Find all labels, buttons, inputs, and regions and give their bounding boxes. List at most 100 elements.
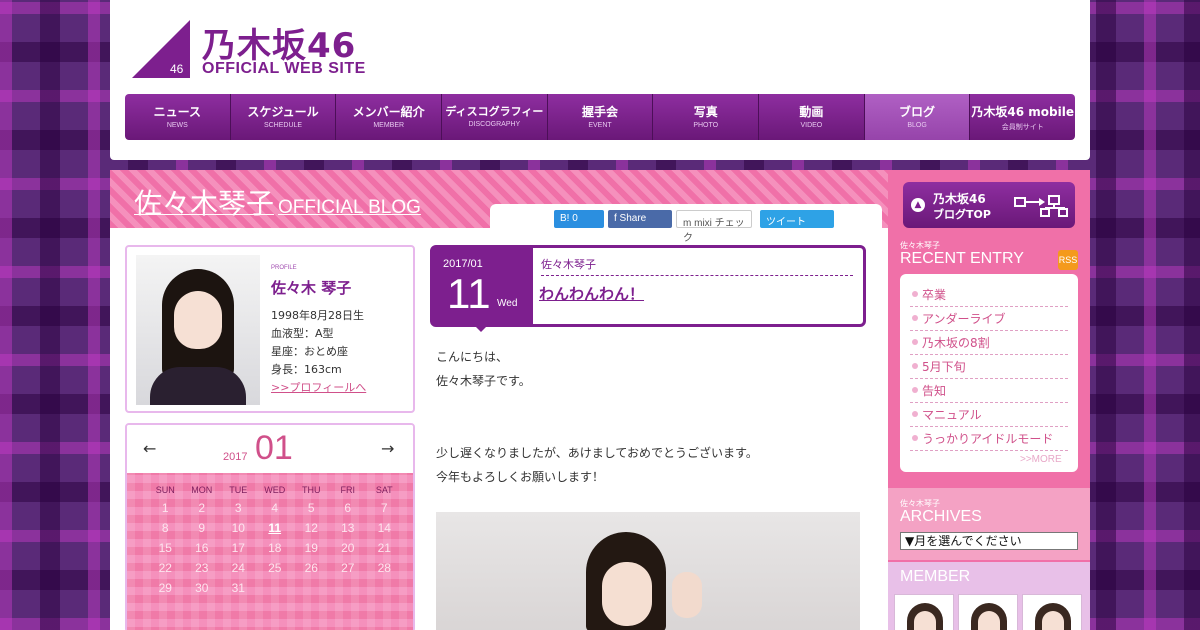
blog-top-label-2: ブログTOP <box>933 208 991 221</box>
post-photo <box>436 512 860 630</box>
nav-label: スケジュール <box>247 105 319 119</box>
profile-birthday: 1998年8月28日生 <box>271 309 364 322</box>
nav-sublabel: EVENT <box>588 122 612 129</box>
tweet-button[interactable]: ツイート <box>760 210 834 228</box>
post-title[interactable]: わんわんわん！ <box>539 283 644 304</box>
blog-title[interactable]: 佐々木琴子 OFFICIAL BLOG <box>134 182 421 222</box>
recent-entry-link[interactable]: 卒業 <box>910 284 1068 307</box>
recent-entry-link[interactable]: 乃木坂の8割 <box>910 332 1068 355</box>
nav-label: 乃木坂46 mobile <box>971 105 1074 119</box>
nav-sublabel: MEMBER <box>373 122 405 129</box>
weekday-label: SUN <box>155 485 175 495</box>
calendar-year: 2017 <box>223 451 248 463</box>
nav-news[interactable]: ニュース NEWS <box>125 94 231 140</box>
global-nav: ニュース NEWS スケジュール SCHEDULE メンバー紹介 MEMBER ディス… <box>125 94 1075 140</box>
nav-sublabel: BLOG <box>907 122 927 129</box>
nav-label: 動画 <box>799 105 824 119</box>
post-year-month: 2017/01 <box>443 258 483 270</box>
nav-member[interactable]: メンバー紹介 MEMBER <box>336 94 443 140</box>
nav-sublabel: VIDEO <box>800 122 823 129</box>
post-header: 2017/01 11 Wed 佐々木琴子 わんわんわん！ <box>430 245 866 332</box>
member-thumbnail[interactable] <box>958 594 1018 630</box>
calendar-day: 18 <box>268 541 282 555</box>
archive-month-select[interactable]: ▼月を選んでください <box>900 532 1078 550</box>
calendar-week: 1 2 3 4 5 6 7 <box>147 501 403 515</box>
weekday-label: THU <box>302 485 321 495</box>
recent-entry-link[interactable]: 告知 <box>910 380 1068 403</box>
nav-sublabel: 会員制サイト <box>1001 124 1044 131</box>
calendar-day: 2 <box>198 501 206 515</box>
rss-icon[interactable]: RSS <box>1058 250 1078 270</box>
nav-photo[interactable]: 写真 PHOTO <box>653 94 760 140</box>
nav-label: 写真 <box>693 105 718 119</box>
nav-discography[interactable]: ディスコグラフィー DISCOGRAPHY <box>442 94 548 140</box>
post-body-line: 少し遅くなりましたが、あけましておめでとうございます。 <box>436 446 758 460</box>
profile-link[interactable]: >>プロフィールへ <box>271 379 366 395</box>
calendar-day <box>293 581 330 595</box>
nav-sublabel: DISCOGRAPHY <box>468 121 521 128</box>
calendar-day: 27 <box>341 561 355 575</box>
nav-video[interactable]: 動画 VIDEO <box>759 94 865 140</box>
blog-subtitle: OFFICIAL BLOG <box>278 197 421 218</box>
calendar-day: 20 <box>341 541 355 555</box>
recent-entry-link[interactable]: マニュアル <box>910 404 1068 427</box>
calendar-day: 8 <box>161 521 169 535</box>
calendar-day: 30 <box>195 581 209 595</box>
member-thumbnail[interactable] <box>894 594 954 630</box>
site-logo[interactable]: 46 乃木坂46 OFFICIAL WEB SITE <box>132 18 392 80</box>
recent-entry-link[interactable]: 5月下旬 <box>910 356 1068 379</box>
sitemap-icon <box>1014 195 1068 217</box>
logo-number: 46 <box>170 62 184 76</box>
calendar-week: 8 9 10 11 12 13 14 <box>147 521 403 535</box>
nav-label: ディスコグラフィー <box>445 105 544 118</box>
weekday-label: MON <box>191 485 213 495</box>
more-link[interactable]: >>MORE <box>1020 454 1062 465</box>
nav-event[interactable]: 握手会 EVENT <box>547 94 654 140</box>
nav-sublabel: SCHEDULE <box>263 122 303 129</box>
calendar-day: 24 <box>231 561 245 575</box>
recent-entry-heading: RECENT ENTRY <box>900 250 1024 267</box>
prev-month-arrow-icon[interactable]: ← <box>143 439 156 458</box>
right-sidebar: ▲ 乃木坂46 ブログTOP 佐々木琴子 RECENT ENTRY RSS 卒業… <box>888 170 1090 630</box>
recent-entry-link[interactable]: アンダーライブ <box>910 308 1068 331</box>
weekday-label: TUE <box>229 485 248 495</box>
site-header: 46 乃木坂46 OFFICIAL WEB SITE ニュース NEWS スケジュ… <box>110 0 1090 160</box>
nav-sublabel: NEWS <box>166 122 188 129</box>
calendar-day: 22 <box>158 561 172 575</box>
weekday-label: FRI <box>340 485 356 495</box>
weekday-label: SAT <box>375 485 393 495</box>
nav-mobile[interactable]: 乃木坂46 mobile 会員制サイト <box>970 94 1075 140</box>
mixi-check-button[interactable]: m mixi チェック <box>676 210 752 244</box>
calendar-day: 25 <box>268 561 282 575</box>
calendar-day: 16 <box>195 541 209 555</box>
profile-label: PROFILE <box>271 265 297 271</box>
nav-label: ニュース <box>153 105 202 119</box>
calendar-day: 10 <box>231 521 245 535</box>
post-date: 2017/01 11 Wed <box>433 248 533 324</box>
profile-card: PROFILE 佐々木 琴子 1998年8月28日生 血液型：A型 星座：おとめ… <box>125 245 415 413</box>
calendar-month: 01 <box>255 429 293 467</box>
post-author: 佐々木琴子 <box>541 256 853 276</box>
profile-height: 身長：163cm <box>271 363 342 376</box>
nav-schedule[interactable]: スケジュール SCHEDULE <box>230 94 337 140</box>
blog-owner-name: 佐々木琴子 <box>134 187 275 220</box>
nav-label: ブログ <box>899 105 936 119</box>
next-month-arrow-icon[interactable]: → <box>381 439 394 458</box>
calendar-day: 6 <box>344 501 352 515</box>
facebook-share-button[interactable]: f Share <box>608 210 672 228</box>
calendar-day: 29 <box>158 581 172 595</box>
blog-top-button[interactable]: ▲ 乃木坂46 ブログTOP <box>903 182 1075 228</box>
recent-entry-link[interactable]: うっかりアイドルモード <box>910 428 1068 451</box>
nav-blog[interactable]: ブログ BLOG <box>864 94 971 140</box>
member-thumbnail[interactable] <box>1022 594 1082 630</box>
profile-name: 佐々木 琴子 <box>271 279 352 297</box>
calendar-day: 1 <box>161 501 169 515</box>
calendar-day-link[interactable]: 11 <box>257 521 294 535</box>
calendar-day: 7 <box>380 501 388 515</box>
calendar-weekdays: SUN MON TUE WED THU FRI SAT <box>147 485 403 495</box>
hatena-bookmark-button[interactable]: B! 0 <box>554 210 604 228</box>
calendar-day: 13 <box>341 521 355 535</box>
calendar-day <box>366 581 403 595</box>
calendar-week: 22 23 24 25 26 27 28 <box>147 561 403 575</box>
calendar-day: 4 <box>271 501 279 515</box>
